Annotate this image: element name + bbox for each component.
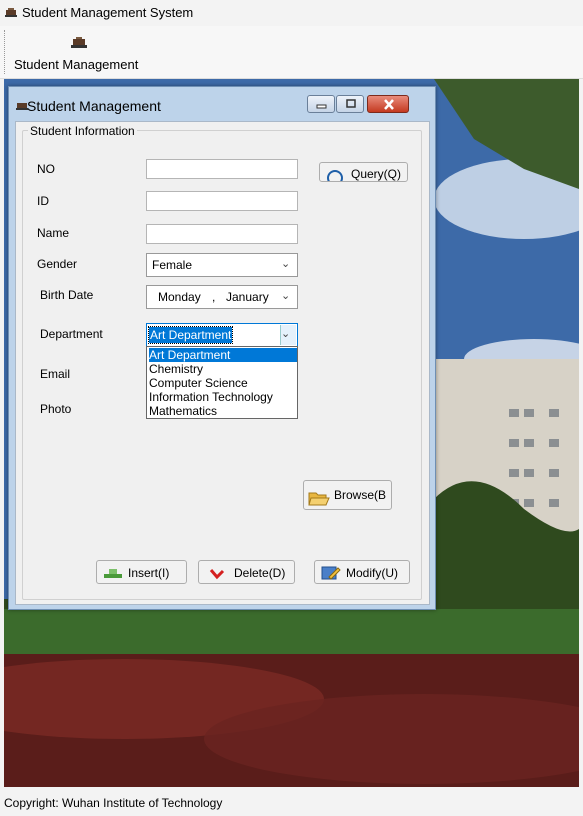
department-label: Department [40,327,103,341]
insert-button[interactable]: Insert(I) [96,560,187,584]
department-option[interactable]: Computer Science [149,376,297,390]
child-window-title: Student Management [27,98,161,114]
copyright-text: Copyright: Wuhan Institute of Technology [4,796,223,810]
insert-icon [104,569,122,578]
id-label: ID [37,194,49,208]
delete-button[interactable]: Delete(D) [198,560,295,584]
query-label: Query(Q) [351,167,402,181]
app-logo-icon [5,8,17,17]
no-field[interactable] [146,159,298,179]
maximize-icon [346,99,356,108]
student-management-icon[interactable] [70,36,88,52]
status-bar: Copyright: Wuhan Institute of Technology [0,788,583,816]
child-window-student-management: Student Management Student Information N… [8,86,436,610]
toolstrip-grip[interactable] [4,30,7,74]
modify-label: Modify(U) [346,566,399,580]
chevron-down-icon: ⌄ [281,290,291,302]
department-option[interactable]: Mathematics [149,404,297,418]
gender-value: Female [152,258,193,272]
query-icon [327,170,343,181]
gender-select[interactable]: Female ⌄ [146,253,298,277]
name-label: Name [37,226,70,240]
gender-label: Gender [37,257,78,271]
department-option[interactable]: Information Technology [149,390,297,404]
folder-open-icon [308,492,330,506]
close-icon [384,99,394,110]
modify-icon [321,566,341,580]
no-label: NO [37,162,55,176]
chevron-down-icon: ⌄ [281,258,291,270]
menu-item-student-management[interactable]: Student Management [14,57,138,72]
group-label: Student Information [28,124,137,138]
department-select[interactable]: Art Department ⌄ [146,323,298,347]
birth-day: Monday [158,290,201,304]
chevron-down-icon: ⌄ [281,328,291,340]
minimize-button[interactable] [307,95,335,113]
email-label: Email [40,367,71,381]
browse-label: Browse(B [334,488,387,502]
browse-button[interactable]: Browse(B [303,480,392,510]
maximize-button[interactable] [336,95,364,113]
delete-icon [209,569,225,580]
modify-button[interactable]: Modify(U) [314,560,410,584]
form-client-area: Student Information NO ID Name Gender Bi… [15,121,430,605]
menu-strip: Student Management [0,26,583,79]
birth-date-picker[interactable]: Monday , January ⌄ [146,285,298,309]
birth-separator: , [212,290,216,304]
minimize-icon [316,104,327,109]
delete-label: Delete(D) [234,566,286,580]
app-titlebar: Student Management System [0,0,583,26]
app-title: Student Management System [22,5,194,20]
query-button[interactable]: Query(Q) [319,162,408,182]
birth-month: January [226,290,269,304]
photo-label: Photo [40,402,72,416]
department-dropdown-list: Art Department Chemistry Computer Scienc… [146,346,298,419]
name-field[interactable] [146,224,298,244]
department-value: Art Department [147,326,234,344]
department-option[interactable]: Art Department [149,348,297,362]
insert-label: Insert(I) [128,566,170,580]
id-field[interactable] [146,191,298,211]
close-button[interactable] [367,95,409,113]
birth-date-label: Birth Date [40,288,94,302]
department-option[interactable]: Chemistry [149,362,297,376]
